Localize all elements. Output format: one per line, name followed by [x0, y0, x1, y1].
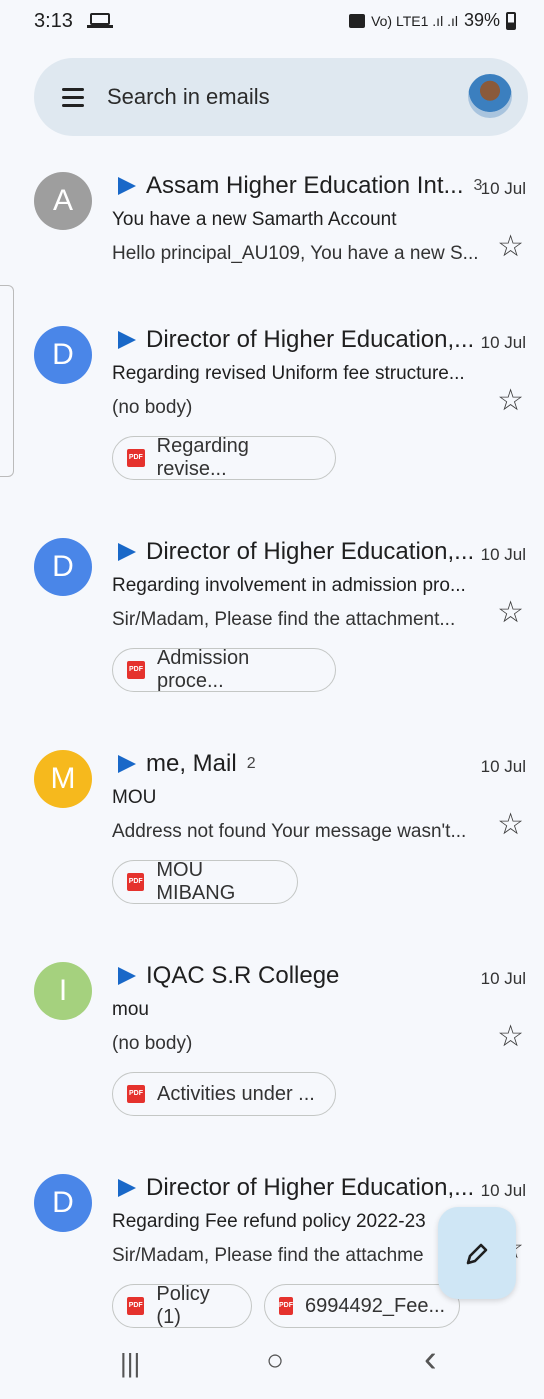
sender-name: Director of Higher Education,...	[118, 326, 474, 354]
email-date: 10 Jul	[480, 969, 526, 988]
pdf-icon: PDF	[279, 1297, 293, 1315]
sender-text: Assam Higher Education Int...	[146, 172, 464, 199]
pdf-icon: PDF	[127, 1085, 145, 1103]
email-snippet: (no body)	[112, 397, 193, 418]
menu-icon[interactable]	[62, 88, 84, 107]
email-date: 10 Jul	[480, 545, 526, 564]
attachment-name: MOU MIBANG	[156, 859, 236, 904]
sender-name: me, Mail 2	[118, 750, 256, 778]
pdf-icon: PDF	[127, 873, 145, 891]
back-button[interactable]: ‹	[424, 1338, 437, 1381]
sender-text: IQAC S.R College	[146, 962, 340, 989]
battery-icon	[506, 11, 516, 30]
battery-percent: 39%	[463, 10, 500, 30]
edge-panel-handle[interactable]	[0, 285, 14, 477]
important-marker-icon	[118, 543, 136, 561]
attachment-name: 6994492_Fee...	[305, 1294, 446, 1317]
attachment-name: Admission proce...	[156, 647, 250, 692]
sender-text: me, Mail	[146, 750, 237, 777]
status-bar: 3:13 Vo) LTE1 .ıl .ıl 39%	[0, 0, 544, 44]
pdf-icon: PDF	[127, 449, 145, 467]
sender-avatar[interactable]: I	[34, 962, 92, 1020]
thread-count: 2	[246, 755, 256, 772]
email-date: 10 Jul	[480, 179, 526, 198]
email-snippet: Hello principal_AU109, You have a new S.…	[112, 243, 479, 264]
clock: 3:13	[34, 10, 73, 32]
email-date: 10 Jul	[480, 1181, 526, 1200]
email-subject: Regarding Fee refund policy 2022-23	[112, 1211, 426, 1232]
notification-icon	[349, 13, 366, 28]
sender-avatar[interactable]: D	[34, 326, 92, 384]
star-icon[interactable]: ☆	[497, 383, 524, 418]
sender-text: Director of Higher Education,...	[146, 326, 475, 353]
home-button[interactable]: ○	[266, 1344, 284, 1378]
sender-name: Assam Higher Education Int... 3	[118, 172, 482, 200]
sender-avatar[interactable]: D	[34, 1174, 92, 1232]
pdf-icon: PDF	[127, 1297, 145, 1315]
email-snippet: Address not found Your message wasn't...	[112, 821, 467, 842]
important-marker-icon	[118, 755, 136, 773]
sender-name: IQAC S.R College	[118, 962, 339, 990]
sender-name: Director of Higher Education,...	[118, 1174, 474, 1202]
sender-name: Director of Higher Education,...	[118, 538, 474, 566]
important-marker-icon	[118, 967, 136, 985]
sender-text: Director of Higher Education,...	[146, 1174, 475, 1201]
attachment-chip[interactable]: PDF Activities under ...	[112, 1072, 336, 1116]
star-icon[interactable]: ☆	[497, 807, 524, 842]
important-marker-icon	[118, 1179, 136, 1197]
email-date: 10 Jul	[480, 757, 526, 776]
attachment-name: Policy (1)	[156, 1283, 210, 1328]
sender-text: Director of Higher Education,...	[146, 538, 475, 565]
system-nav-bar: ||| ○ ‹	[0, 1330, 544, 1399]
star-icon[interactable]: ☆	[497, 1019, 524, 1054]
status-icons: Vo) LTE1 .ıl .ıl 39%	[349, 10, 516, 31]
email-subject: MOU	[112, 787, 157, 808]
email-snippet: (no body)	[112, 1033, 193, 1054]
attachment-name: Activities under ...	[157, 1082, 315, 1105]
email-subject: Regarding involvement in admission pro..…	[112, 575, 466, 596]
compose-button[interactable]	[438, 1207, 516, 1299]
attachment-chip[interactable]: PDF MOU MIBANG	[112, 859, 298, 904]
attachment-chip[interactable]: PDF Admission proce...	[112, 647, 336, 692]
email-subject: You have a new Samarth Account	[112, 209, 397, 230]
sender-avatar[interactable]: A	[34, 172, 92, 230]
important-marker-icon	[118, 177, 136, 195]
laptop-icon	[87, 13, 113, 28]
email-subject: mou	[112, 999, 149, 1020]
email-subject: Regarding revised Uniform fee structure.…	[112, 363, 465, 384]
email-snippet: Sir/Madam, Please find the attachme	[112, 1245, 424, 1266]
star-icon[interactable]: ☆	[497, 229, 524, 264]
pdf-icon: PDF	[127, 661, 145, 679]
email-date: 10 Jul	[480, 333, 526, 352]
recents-button[interactable]: |||	[120, 1348, 140, 1379]
attachment-chip[interactable]: PDF Policy (1)	[112, 1283, 252, 1328]
attachment-chip[interactable]: PDF 6994492_Fee...	[264, 1284, 460, 1328]
search-bar[interactable]: Search in emails	[34, 58, 528, 136]
attachment-chip[interactable]: PDF Regarding revise...	[112, 435, 336, 480]
account-avatar[interactable]	[468, 74, 512, 118]
email-snippet: Sir/Madam, Please find the attachment...	[112, 609, 456, 630]
sender-avatar[interactable]: M	[34, 750, 92, 808]
star-icon[interactable]: ☆	[497, 595, 524, 630]
pencil-icon	[466, 1243, 488, 1265]
attachment-name: Regarding revise...	[156, 435, 249, 480]
sender-avatar[interactable]: D	[34, 538, 92, 596]
search-input[interactable]: Search in emails	[107, 84, 270, 110]
important-marker-icon	[118, 331, 136, 349]
wifi-signal-icon: Vo) LTE1 .ıl .ıl	[371, 12, 458, 29]
